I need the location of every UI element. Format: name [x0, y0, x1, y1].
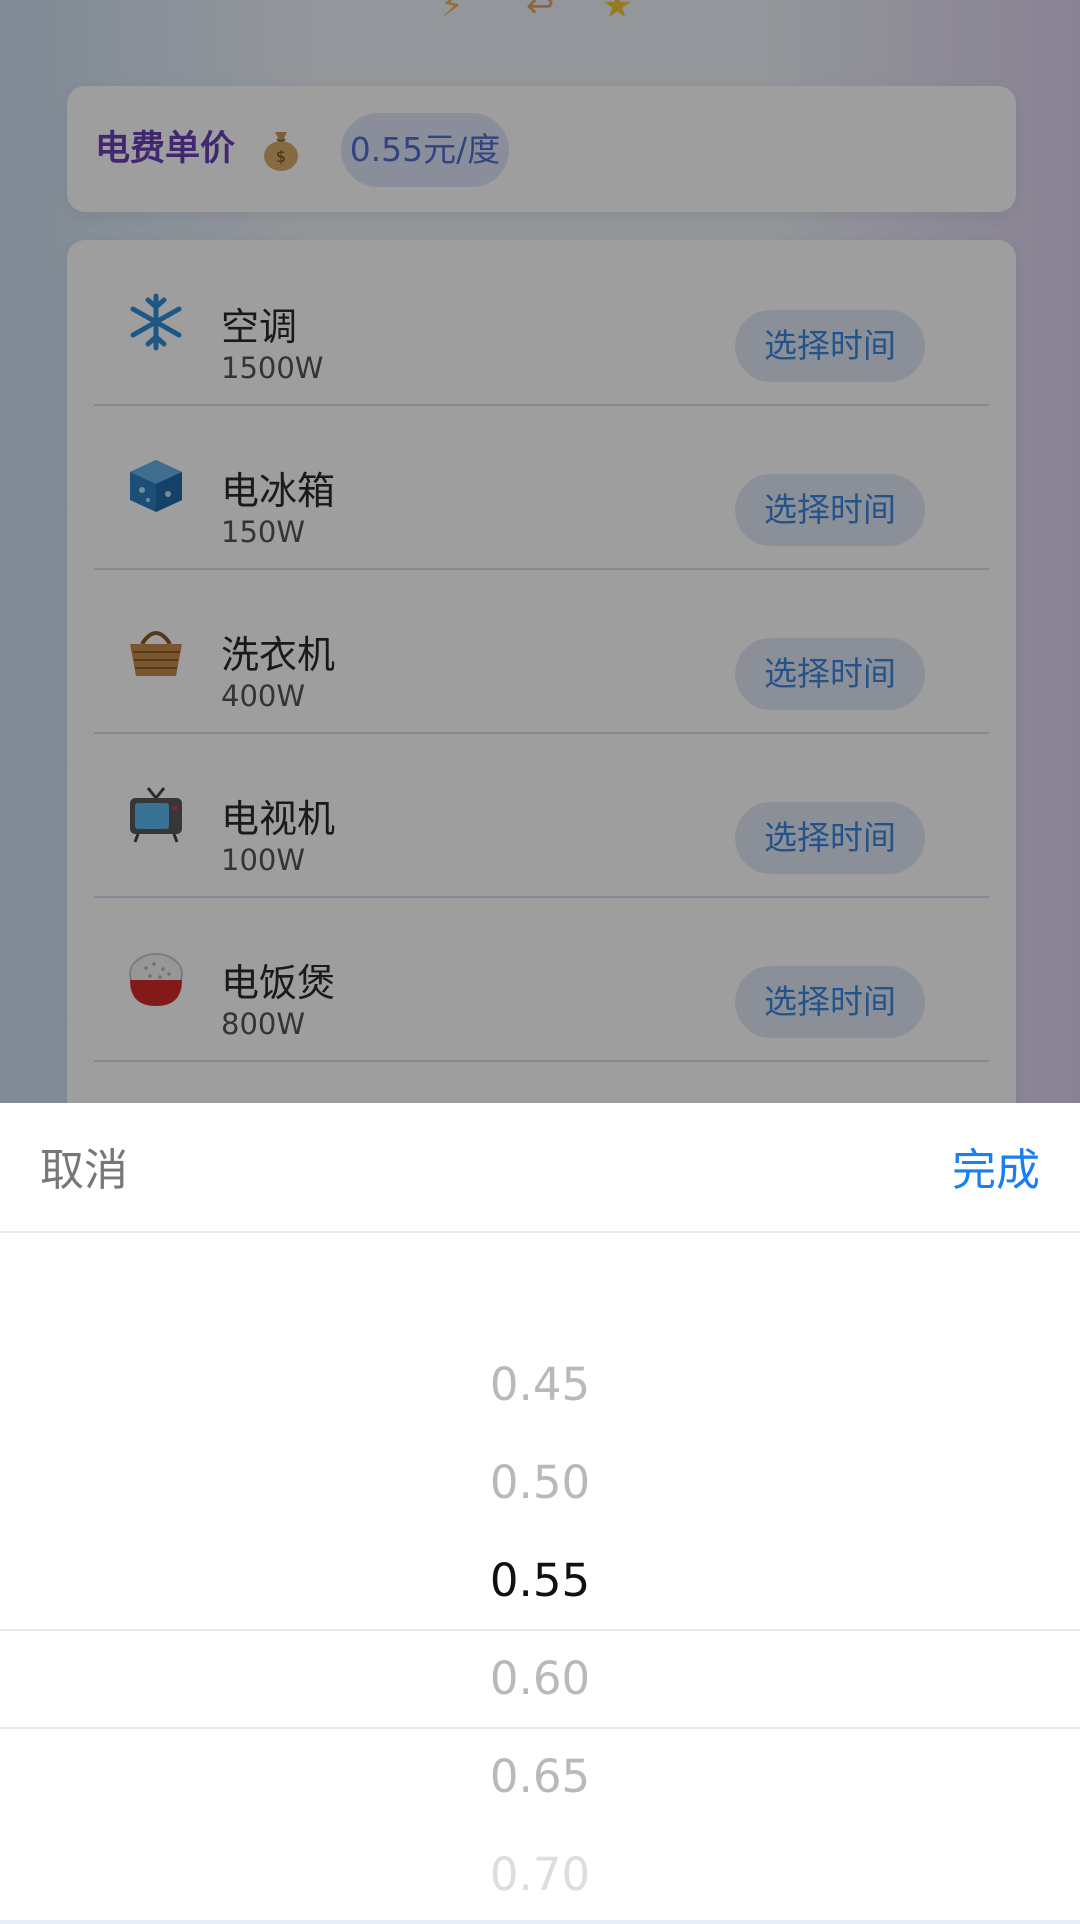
picker-option[interactable]: 0.45: [0, 1336, 1080, 1434]
picker-option[interactable]: 0.50: [0, 1434, 1080, 1532]
price-picker-wheel[interactable]: 0.45 0.50 0.55 0.60 0.65 0.70: [0, 1233, 1080, 1920]
picker-header: 取消 完成: [0, 1103, 1080, 1233]
picker-option[interactable]: 0.70: [0, 1826, 1080, 1924]
price-picker-sheet: 取消 完成 0.45 0.50 0.55 0.60 0.65 0.70: [0, 1103, 1080, 1920]
picker-option[interactable]: 0.60: [0, 1630, 1080, 1728]
done-button[interactable]: 完成: [952, 1103, 1040, 1239]
picker-option-selected[interactable]: 0.55: [0, 1532, 1080, 1630]
picker-option[interactable]: 0.65: [0, 1728, 1080, 1826]
cancel-button[interactable]: 取消: [40, 1103, 128, 1239]
modal-overlay[interactable]: [0, 0, 1080, 1103]
